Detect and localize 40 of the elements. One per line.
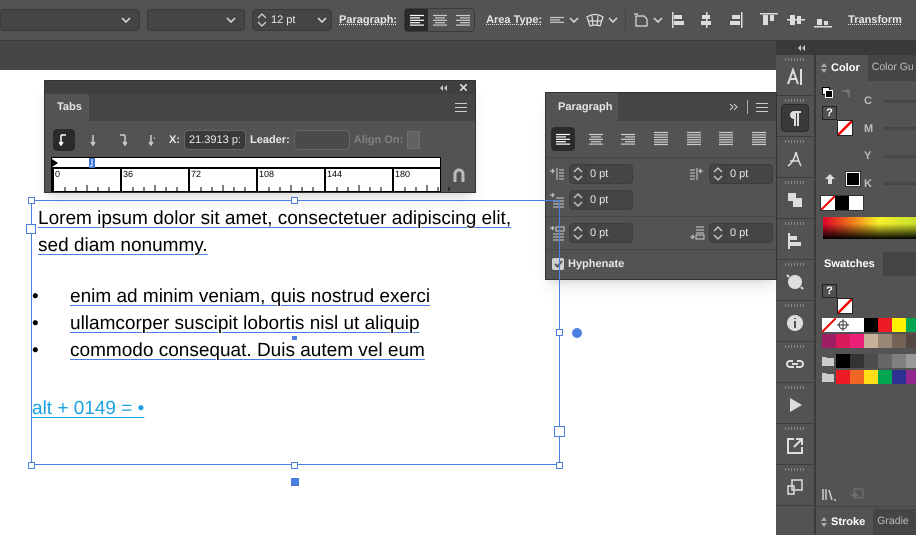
transform-link[interactable]: Transform: [848, 12, 902, 28]
panel-tab[interactable]: Color: [816, 55, 868, 81]
bullet-item: enim ad minim veniam, quis nostrud exerci: [70, 286, 430, 308]
bullet-marker: •: [32, 313, 40, 335]
area-type-link[interactable]: Area Type:: [486, 12, 542, 28]
panel-tab[interactable]: Gradie: [873, 509, 909, 535]
spacing-field[interactable]: 0 pt: [569, 223, 633, 243]
bullet-item: commodo consequat. Duis autem vel eum: [70, 340, 425, 362]
channel-label: Y: [864, 149, 872, 164]
panel-tab[interactable]: Paragraph: [546, 93, 618, 121]
panel-tab[interactable]: Color Gu: [868, 55, 914, 81]
body-paragraph: Lorem ipsum dolor sit amet, consectetuer adipiscing elit, sed diam nonummy.: [38, 207, 512, 258]
ruler-label: 0: [55, 169, 60, 180]
font-size-field[interactable]: 12 pt: [252, 9, 332, 31]
ruler-label: 108: [259, 169, 274, 180]
spacing-field[interactable]: 0 pt: [709, 164, 773, 184]
ruler-label: 180: [395, 169, 410, 180]
spacing-field[interactable]: 0 pt: [709, 223, 773, 243]
panel-tab[interactable]: Stroke: [816, 509, 874, 535]
bullet-marker: •: [32, 286, 40, 308]
panel-tab[interactable]: Tabs: [45, 94, 89, 121]
ruler-label: 72: [191, 169, 202, 180]
channel-label: M: [864, 122, 872, 136]
ruler-label: 36: [123, 169, 134, 180]
x-label: X:: [169, 132, 180, 148]
channel-label: C: [864, 94, 872, 109]
paragraph-link[interactable]: Paragraph:: [339, 12, 398, 28]
fill-swatch[interactable]: ?: [822, 284, 837, 298]
hyphenate-label: Hyphenate: [568, 257, 624, 272]
x-position-field[interactable]: 21.3913 p:: [184, 130, 246, 150]
shortcut-note: alt + 0149 = •: [32, 398, 144, 419]
spacing-field[interactable]: 0 pt: [569, 190, 633, 210]
bullet-marker: •: [32, 340, 40, 362]
fill-swatch[interactable]: ?: [822, 106, 837, 120]
channel-label: K: [864, 176, 872, 192]
ruler-label: 144: [327, 169, 342, 180]
spacing-field[interactable]: 0 pt: [569, 164, 633, 184]
panel-tab[interactable]: Swatches: [816, 252, 883, 276]
leader-label: Leader:: [250, 132, 290, 148]
bullet-item: ullamcorper suscipit lobortis nisl ut aliquip: [70, 313, 420, 335]
